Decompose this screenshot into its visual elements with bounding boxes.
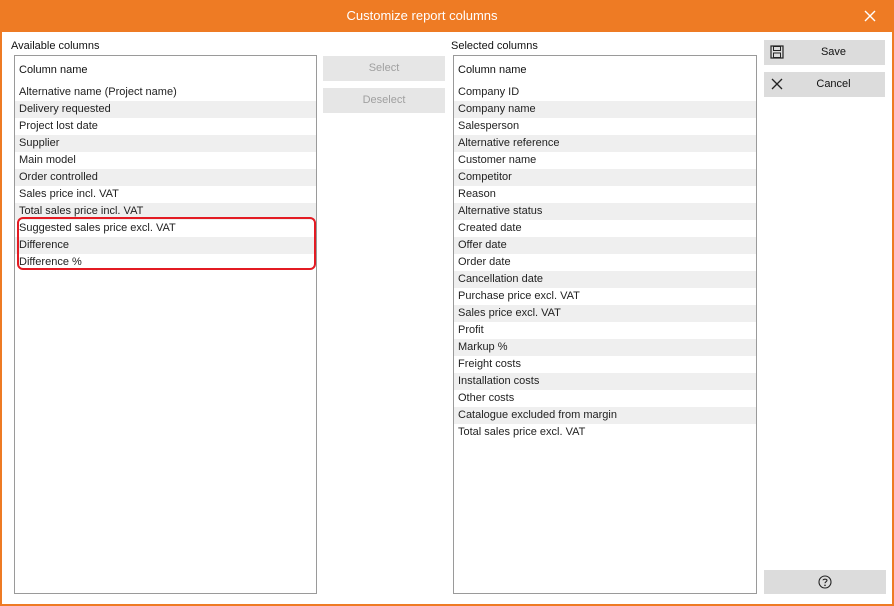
available-list-item[interactable]: Main model: [15, 152, 316, 169]
select-button[interactable]: Select: [323, 56, 445, 81]
save-label: Save: [820, 46, 847, 58]
dialog-title: Customize report columns: [346, 8, 498, 23]
selected-list-item[interactable]: Sales price excl. VAT: [454, 305, 756, 322]
selected-column-header[interactable]: Column name: [454, 56, 756, 84]
selected-list-item[interactable]: Competitor: [454, 169, 756, 186]
available-columns-list[interactable]: Column name Alternative name (Project na…: [14, 55, 317, 594]
selected-list-item[interactable]: Salesperson: [454, 118, 756, 135]
selected-list-item[interactable]: Catalogue excluded from margin: [454, 407, 756, 424]
deselect-button[interactable]: Deselect: [323, 88, 445, 113]
selected-list-item[interactable]: Reason: [454, 186, 756, 203]
available-list-item[interactable]: Alternative name (Project name): [15, 84, 316, 101]
help-button[interactable]: [764, 570, 886, 594]
selected-list-item[interactable]: Other costs: [454, 390, 756, 407]
available-list-item[interactable]: Order controlled: [15, 169, 316, 186]
selected-list-item[interactable]: Created date: [454, 220, 756, 237]
selected-list-item[interactable]: Total sales price excl. VAT: [454, 424, 756, 441]
close-button[interactable]: [847, 0, 892, 32]
dialog-window: Customize report columns Available colum…: [0, 0, 894, 606]
selected-list-item[interactable]: Freight costs: [454, 356, 756, 373]
cancel-label: Cancel: [816, 78, 851, 90]
save-button[interactable]: Save: [764, 40, 885, 65]
available-list-item[interactable]: Difference: [15, 237, 316, 254]
available-rows: Alternative name (Project name) Delivery …: [15, 84, 316, 271]
help-icon: [818, 575, 832, 589]
selected-list-item[interactable]: Company name: [454, 101, 756, 118]
cancel-button[interactable]: Cancel: [764, 72, 885, 97]
selected-list-item[interactable]: Offer date: [454, 237, 756, 254]
available-list-item[interactable]: Supplier: [15, 135, 316, 152]
title-bar[interactable]: Customize report columns: [2, 0, 892, 32]
available-columns-label: Available columns: [11, 40, 100, 52]
selected-list-item[interactable]: Installation costs: [454, 373, 756, 390]
available-list-item[interactable]: Sales price incl. VAT: [15, 186, 316, 203]
selected-list-item[interactable]: Company ID: [454, 84, 756, 101]
selected-list-item[interactable]: Cancellation date: [454, 271, 756, 288]
selected-columns-label: Selected columns: [451, 40, 538, 52]
available-list-item[interactable]: Project lost date: [15, 118, 316, 135]
available-list-item[interactable]: Delivery requested: [15, 101, 316, 118]
selected-list-item[interactable]: Alternative reference: [454, 135, 756, 152]
selected-list-item[interactable]: Purchase price excl. VAT: [454, 288, 756, 305]
selected-list-item[interactable]: Profit: [454, 322, 756, 339]
selected-list-item[interactable]: Order date: [454, 254, 756, 271]
available-column-header[interactable]: Column name: [15, 56, 316, 84]
available-list-item[interactable]: Difference %: [15, 254, 316, 271]
selected-list-item[interactable]: Alternative status: [454, 203, 756, 220]
selected-list-item[interactable]: Customer name: [454, 152, 756, 169]
available-list-item[interactable]: Suggested sales price excl. VAT: [15, 220, 316, 237]
selected-rows: Company ID Company name Salesperson Alterna…: [454, 84, 756, 441]
available-list-item[interactable]: Total sales price incl. VAT: [15, 203, 316, 220]
selected-list-item[interactable]: Markup %: [454, 339, 756, 356]
selected-columns-list[interactable]: Column name Company ID Company name Salesp…: [453, 55, 757, 594]
close-icon: [864, 10, 875, 22]
